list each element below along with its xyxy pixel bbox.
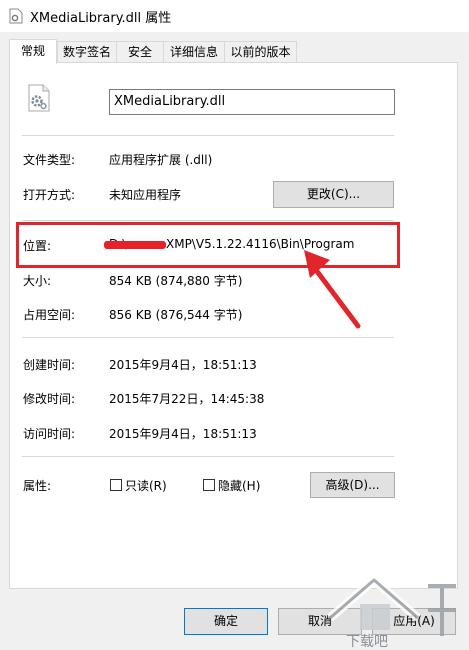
tab-details[interactable]: 详细信息 bbox=[163, 41, 225, 62]
file-type-label: 文件类型: bbox=[23, 153, 76, 167]
hidden-label: 隐藏(H) bbox=[218, 479, 261, 493]
change-button[interactable]: 更改(C)... bbox=[273, 181, 394, 208]
window-title: XMediaLibrary.dll 属性 bbox=[30, 11, 172, 26]
file-name-text: XMediaLibrary.dll bbox=[114, 94, 226, 109]
modified-value: 2015年7月22日，14:45:38 bbox=[109, 392, 265, 406]
tab-label: 详细信息 bbox=[169, 45, 218, 59]
hidden-checkbox[interactable] bbox=[203, 479, 215, 491]
watermark-text: 下载吧 bbox=[346, 634, 388, 650]
change-button-label: 更改(C)... bbox=[306, 187, 361, 201]
ok-button-label: 确定 bbox=[213, 614, 238, 628]
opens-with-label: 打开方式: bbox=[23, 188, 76, 202]
redaction-mark bbox=[104, 241, 166, 249]
annotation-arrow-icon bbox=[304, 250, 361, 329]
size-label: 大小: bbox=[23, 274, 52, 288]
readonly-label: 只读(R) bbox=[125, 479, 167, 493]
ok-button[interactable]: 确定 bbox=[184, 608, 268, 635]
size-on-disk-value: 856 KB (876,544 字节) bbox=[109, 308, 243, 322]
tab-general[interactable]: 常规 bbox=[9, 39, 57, 64]
advanced-button-label: 高级(D)... bbox=[325, 478, 380, 492]
attributes-label: 属性: bbox=[23, 479, 52, 493]
file-type-value: 应用程序扩展 (.dll) bbox=[109, 153, 213, 167]
general-panel bbox=[9, 62, 458, 589]
title-bar: XMediaLibrary.dll 属性 bbox=[0, 0, 469, 32]
tab-previous-versions[interactable]: 以前的版本 bbox=[224, 41, 297, 62]
dll-file-icon bbox=[28, 84, 50, 112]
advanced-button[interactable]: 高级(D)... bbox=[310, 472, 395, 498]
accessed-value: 2015年9月4日，18:51:13 bbox=[109, 427, 257, 441]
accessed-label: 访问时间: bbox=[23, 427, 76, 441]
tab-digital-signatures[interactable]: 数字签名 bbox=[57, 41, 117, 62]
tab-label: 安全 bbox=[127, 45, 152, 59]
tab-label: 常规 bbox=[20, 44, 45, 58]
site-logo-icon: 下载吧 bbox=[327, 575, 456, 650]
tab-security[interactable]: 安全 bbox=[116, 41, 164, 62]
tab-label: 数字签名 bbox=[62, 45, 111, 59]
dll-file-icon bbox=[9, 8, 23, 24]
opens-with-value: 未知应用程序 bbox=[109, 188, 182, 202]
separator bbox=[22, 337, 394, 338]
readonly-checkbox[interactable] bbox=[110, 479, 122, 491]
tab-label: 以前的版本 bbox=[230, 45, 291, 59]
separator bbox=[22, 135, 394, 136]
separator bbox=[22, 456, 394, 457]
created-label: 创建时间: bbox=[23, 358, 76, 372]
created-value: 2015年9月4日，18:51:13 bbox=[109, 358, 257, 372]
size-value: 854 KB (874,880 字节) bbox=[109, 274, 243, 288]
size-on-disk-label: 占用空间: bbox=[23, 308, 76, 322]
separator bbox=[22, 220, 394, 221]
modified-label: 修改时间: bbox=[23, 392, 76, 406]
file-name-input[interactable]: XMediaLibrary.dll bbox=[109, 89, 395, 115]
